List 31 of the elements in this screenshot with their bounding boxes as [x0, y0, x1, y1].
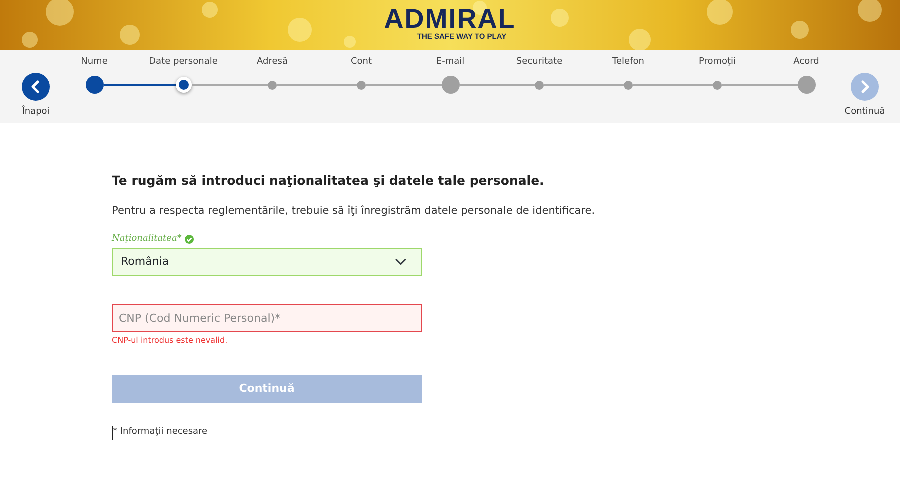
step-label: Cont [350, 56, 372, 69]
step-label: Date personale [149, 56, 218, 69]
logo: ADMIRAL [384, 6, 516, 32]
back-label: Înapoi [22, 106, 50, 119]
required-note: * Informaţii necesare [112, 426, 422, 440]
cnp-field[interactable]: CNP (Cod Numeric Personal)* [112, 304, 422, 332]
step-dot[interactable] [86, 76, 104, 94]
step-dot[interactable] [357, 80, 366, 90]
error-message: CNP-ul introdus este nevalid. [112, 335, 229, 347]
chevron-left-icon [30, 80, 42, 94]
next-label: Continuă [844, 106, 886, 119]
chevron-right-icon [859, 80, 871, 94]
step-label: Nume [81, 56, 108, 69]
step-dot[interactable] [268, 80, 277, 90]
step-dot[interactable] [713, 80, 722, 90]
step-label: Securitate [516, 56, 563, 69]
nationality-select[interactable]: România [112, 248, 422, 276]
intro-text: Pentru a respecta reglementările, trebuie să îţi înregistrăm datele personale de identificare. [112, 204, 596, 219]
step-dot[interactable] [535, 80, 544, 90]
step-label: E-mail [436, 56, 465, 69]
step-label: Acord [794, 56, 820, 69]
step-dot[interactable] [176, 77, 192, 93]
field-label: Naţionalitatea* [112, 233, 182, 246]
step-dot[interactable] [798, 76, 816, 94]
step-label: Telefon [612, 56, 644, 69]
step-dot[interactable] [624, 80, 633, 90]
back-button[interactable] [22, 73, 50, 101]
step-dot[interactable] [442, 76, 460, 94]
form-heading: Te rugăm să introduci naţionalitatea şi datele tale personale. [112, 172, 544, 190]
step-label: Adresă [257, 56, 288, 69]
step-label: Promoţii [698, 56, 736, 69]
